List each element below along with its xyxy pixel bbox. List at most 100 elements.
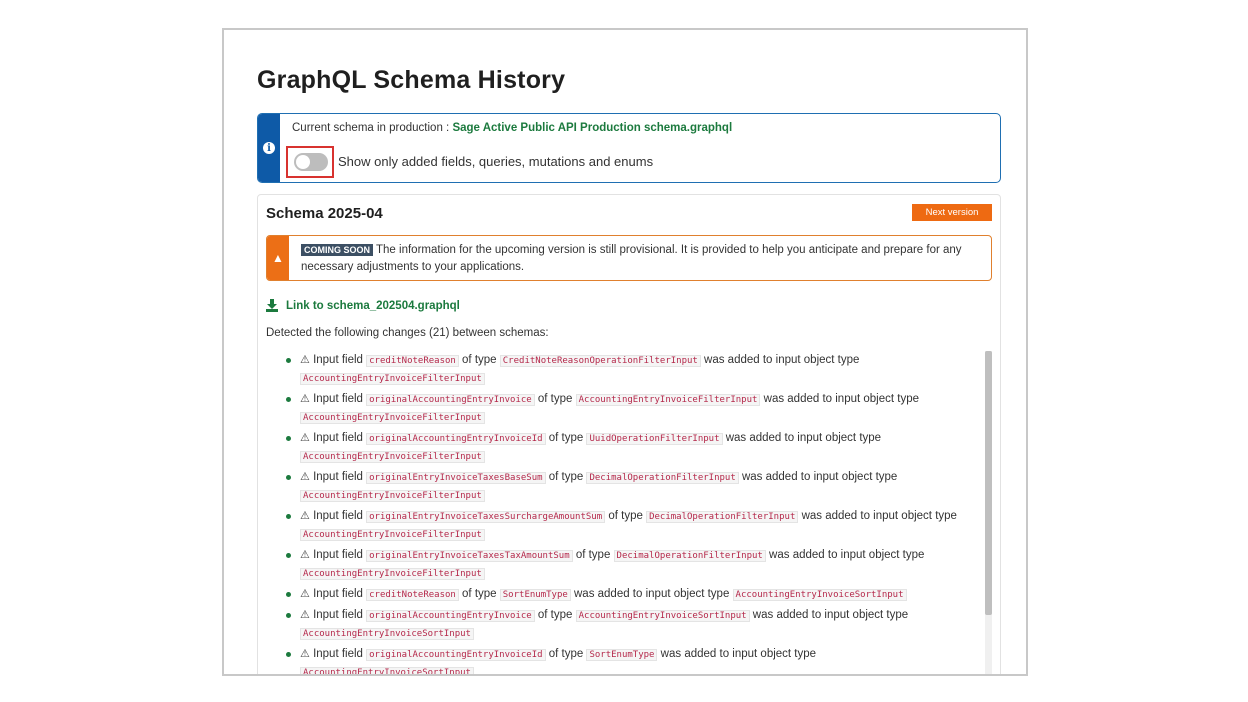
input-field-text: Input field [309,432,367,444]
page-title: GraphQL Schema History [257,66,566,94]
target-type: AccountingEntryInvoiceFilterInput [300,529,485,541]
field-name: originalAccountingEntryInvoice [366,610,535,622]
page-frame: GraphQL Schema History i Current schema … [222,28,1028,676]
warning-icon: ⚠ [300,510,310,522]
warning-icon: ⚠ [300,648,310,660]
target-type: AccountingEntryInvoiceSortInput [732,589,907,601]
field-name: originalEntryInvoiceTaxesTaxAmountSum [366,550,573,562]
field-name: creditNoteReason [366,355,459,367]
bullet-icon [286,475,291,480]
info-strip: i [258,114,280,182]
toggle-label: Show only added fields, queries, mutatio… [338,154,654,169]
target-type: AccountingEntryInvoiceSortInput [300,667,474,674]
added-to-text: was added to input object type [722,432,882,444]
of-type-text: of type [458,354,500,366]
change-item: ⚠ Input field creditNoteReason of type C… [286,352,986,388]
coming-soon-alert: ▲ COMING SOON The information for the upc… [266,235,992,281]
bullet-icon [286,613,291,618]
of-type-text: of type [534,393,576,405]
of-type-text: of type [545,471,587,483]
field-name: creditNoteReason [366,589,459,601]
current-schema-prefix: Current schema in production : [292,122,453,134]
change-list: ⚠ Input field creditNoteReason of type C… [286,352,986,674]
change-item: ⚠ Input field originalEntryInvoiceTaxesT… [286,547,986,583]
added-to-text: was added to input object type [570,588,733,600]
warning-icon: ⚠ [300,549,310,561]
target-type: AccountingEntryInvoiceSortInput [300,628,474,640]
info-box: i Current schema in production : Sage Ac… [257,113,1001,183]
change-item: ⚠ Input field originalAccountingEntryInv… [286,391,986,427]
target-type: AccountingEntryInvoiceFilterInput [300,451,485,463]
target-type: AccountingEntryInvoiceFilterInput [300,568,485,580]
field-name: originalAccountingEntryInvoiceId [366,649,546,661]
of-type-text: of type [534,609,576,621]
schema-card: Schema 2025-04 Next version ▲ COMING SOO… [257,194,1001,674]
change-item: ⚠ Input field originalEntryInvoiceTaxesS… [286,508,986,544]
added-to-text: was added to input object type [749,609,909,621]
bullet-icon [286,397,291,402]
schema-title: Schema 2025-04 [266,205,383,222]
input-field-text: Input field [309,354,367,366]
warning-icon: ⚠ [300,609,310,621]
added-to-text: was added to input object type [738,471,898,483]
field-type: AccountingEntryInvoiceSortInput [575,610,750,622]
download-icon [266,299,278,312]
of-type-text: of type [605,510,647,522]
next-version-badge: Next version [912,204,992,221]
schema-download-link[interactable]: Link to schema_202504.graphql [266,299,460,312]
detected-changes-summary: Detected the following changes (21) betw… [266,327,549,339]
warning-text: The information for the upcoming version… [301,244,962,273]
coming-soon-tag: COMING SOON [301,244,374,256]
toggle-knob [296,155,310,169]
added-to-text: was added to input object type [657,648,817,660]
toggle-highlight [286,146,334,178]
field-type: DecimalOperationFilterInput [586,472,739,484]
input-field-text: Input field [309,609,367,621]
warning-icon: ⚠ [300,393,310,405]
bullet-icon [286,436,291,441]
bullet-icon [286,358,291,363]
field-type: SortEnumType [586,649,658,661]
added-to-text: was added to input object type [765,549,925,561]
input-field-text: Input field [309,393,367,405]
scrollbar[interactable] [985,351,992,674]
input-field-text: Input field [309,510,367,522]
change-item: ⚠ Input field originalAccountingEntryInv… [286,607,986,643]
target-type: AccountingEntryInvoiceFilterInput [300,490,485,502]
bullet-icon [286,592,291,597]
field-name: originalEntryInvoiceTaxesBaseSum [366,472,546,484]
field-name: originalEntryInvoiceTaxesSurchargeAmount… [366,511,606,523]
of-type-text: of type [458,588,500,600]
warning-icon: ⚠ [300,432,310,444]
warning-icon: ⚠ [300,471,310,483]
current-schema-line: Current schema in production : Sage Acti… [292,122,732,134]
field-name: originalAccountingEntryInvoice [366,394,535,406]
change-item: ⚠ Input field creditNoteReason of type S… [286,586,986,604]
target-type: AccountingEntryInvoiceFilterInput [300,373,485,385]
bullet-icon [286,514,291,519]
input-field-text: Input field [309,471,367,483]
of-type-text: of type [572,549,614,561]
input-field-text: Input field [309,588,367,600]
warning-strip: ▲ [267,236,289,280]
of-type-text: of type [545,648,587,660]
added-to-text: was added to input object type [760,393,919,405]
field-type: CreditNoteReasonOperationFilterInput [499,355,701,367]
scrollbar-thumb[interactable] [985,351,992,615]
field-type: DecimalOperationFilterInput [613,550,766,562]
input-field-text: Input field [309,648,367,660]
current-schema-link[interactable]: Sage Active Public API Production schema… [452,122,732,134]
warning-icon: ▲ [272,251,284,265]
field-type: UuidOperationFilterInput [586,433,723,445]
field-type: DecimalOperationFilterInput [646,511,799,523]
change-item: ⚠ Input field originalAccountingEntryInv… [286,430,986,466]
change-item: ⚠ Input field originalAccountingEntryInv… [286,646,986,674]
of-type-text: of type [545,432,587,444]
target-type: AccountingEntryInvoiceFilterInput [300,412,485,424]
added-only-toggle[interactable] [294,153,328,171]
added-to-text: was added to input object type [798,510,957,522]
warning-icon: ⚠ [300,588,310,600]
schema-link-label: Link to schema_202504.graphql [286,299,460,312]
warning-icon: ⚠ [300,354,310,366]
warning-text-block: COMING SOON The information for the upcom… [301,242,981,276]
